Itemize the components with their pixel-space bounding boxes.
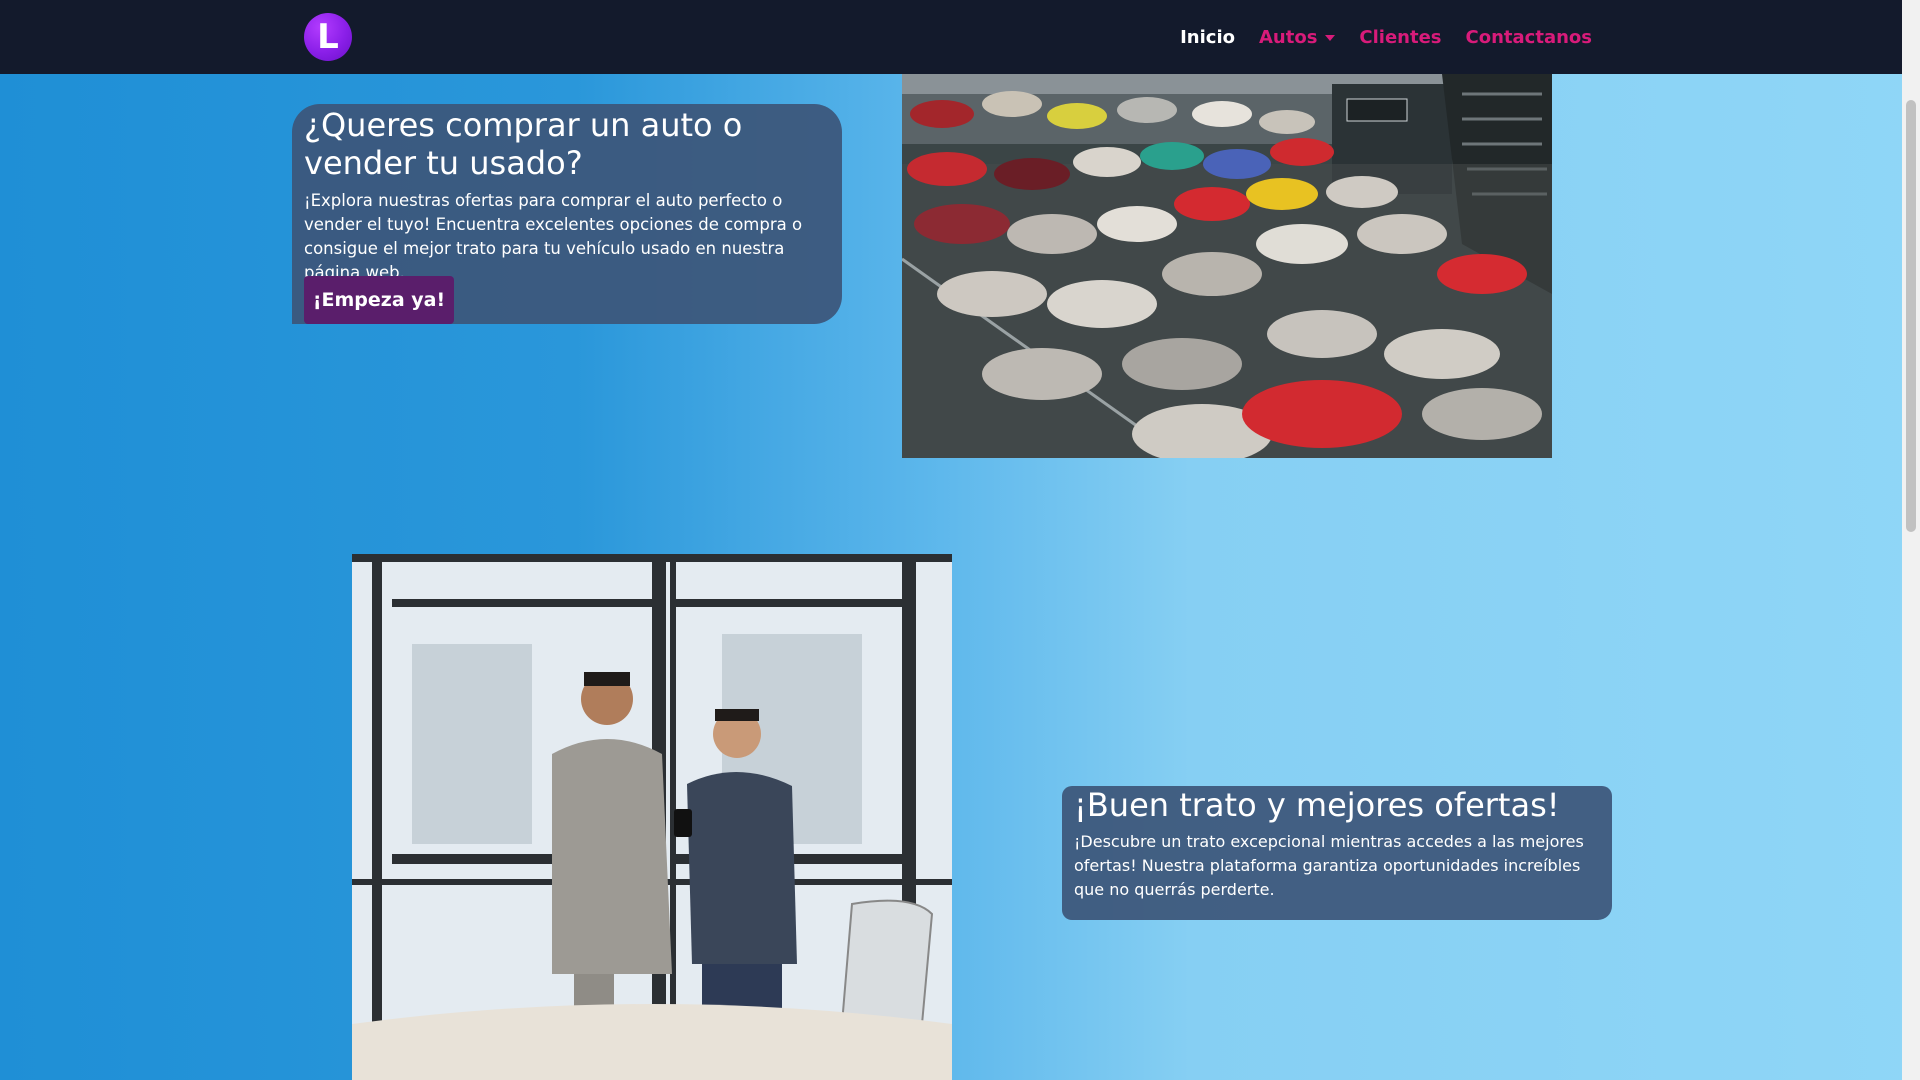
page: L Inicio Autos Clientes Contactanos ¿Que…	[0, 0, 1920, 1080]
business-meeting-photo	[352, 554, 952, 1080]
nav-link-contactanos[interactable]: Contactanos	[1466, 27, 1592, 48]
hero-text: ¡Explora nuestras ofertas para comprar e…	[304, 190, 803, 282]
showroom-photo	[902, 74, 1552, 458]
logo-letter: L	[317, 17, 339, 57]
brand-logo[interactable]: L	[304, 13, 352, 61]
navbar: L Inicio Autos Clientes Contactanos	[0, 0, 1902, 74]
nav-links: Inicio Autos Clientes Contactanos	[1180, 0, 1592, 74]
nav-link-clientes[interactable]: Clientes	[1359, 27, 1441, 48]
offers-text: ¡Descubre un trato excepcional mientras …	[1074, 832, 1584, 900]
scrollbar-thumb[interactable]	[1906, 100, 1916, 532]
offers-card: ¡Buen trato y mejores ofertas! ¡Descubre…	[1062, 786, 1612, 920]
offers-title: ¡Buen trato y mejores ofertas!	[1074, 786, 1560, 824]
vertical-scrollbar[interactable]	[1902, 0, 1920, 1080]
hero-card: ¿Queres comprar un auto o vender tu usad…	[292, 104, 842, 324]
nav-link-autos-label: Autos	[1258, 26, 1318, 48]
nav-link-inicio[interactable]: Inicio	[1180, 27, 1235, 48]
caret-down-icon	[1325, 34, 1336, 41]
start-button[interactable]: ¡Empeza ya!	[304, 276, 454, 324]
hero-title: ¿Queres comprar un auto o vender tu usad…	[304, 106, 743, 183]
nav-link-autos[interactable]: Autos	[1258, 26, 1336, 48]
